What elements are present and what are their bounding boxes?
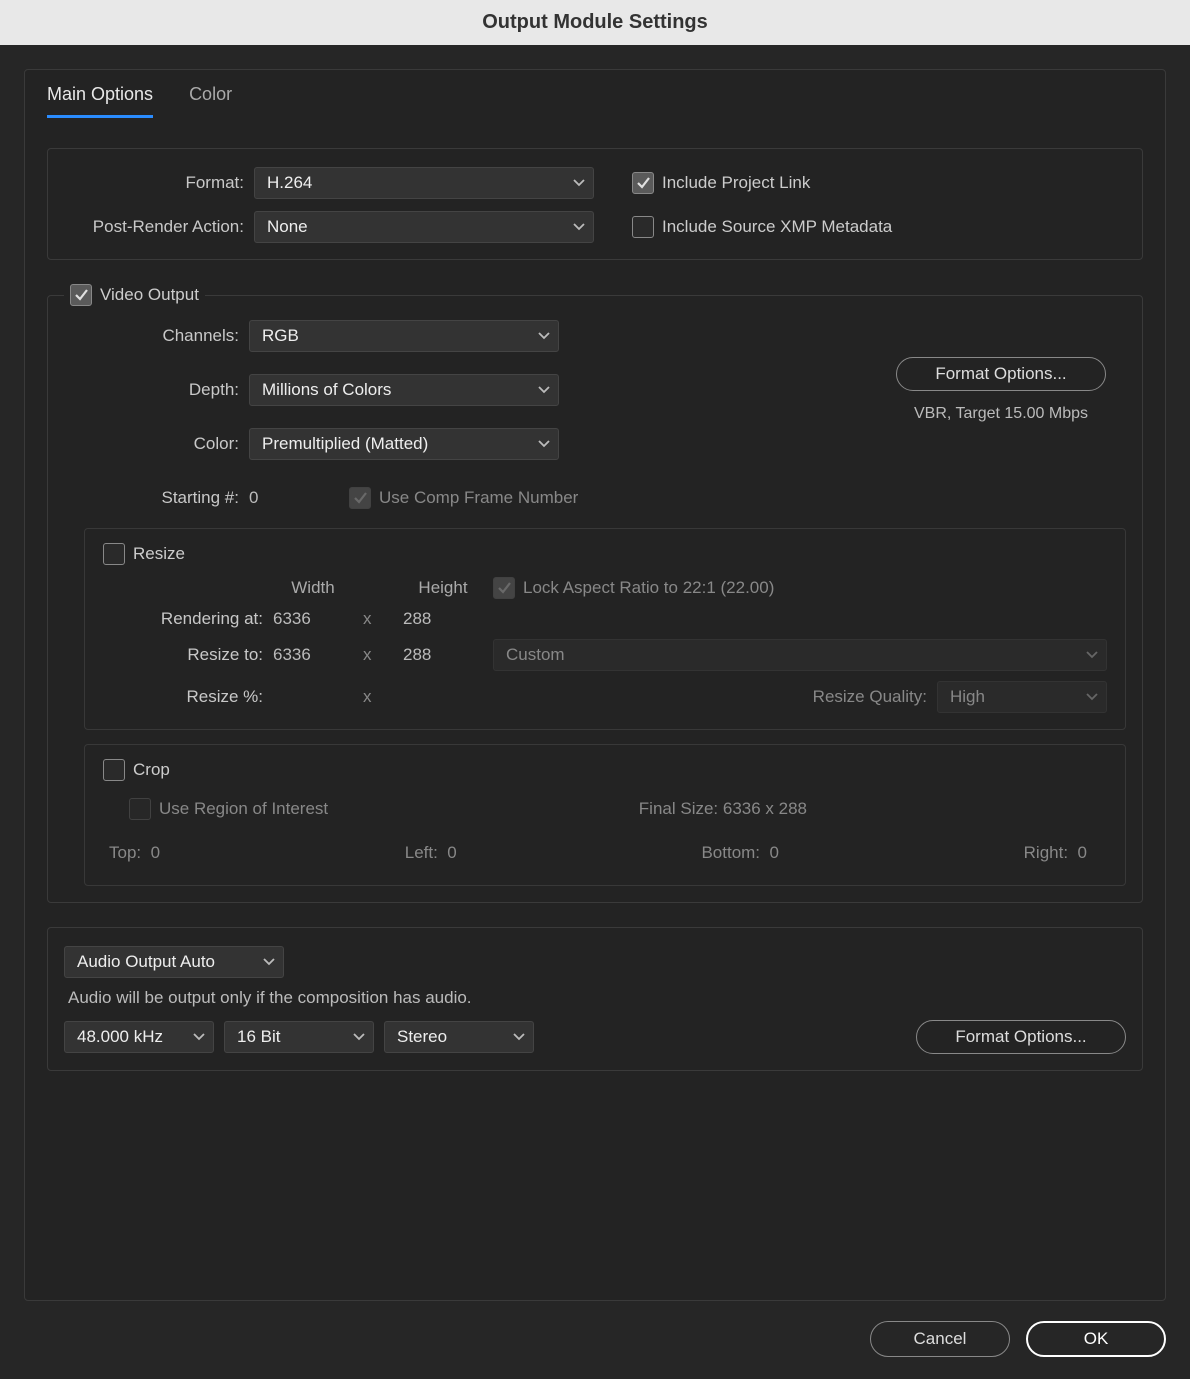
chevron-down-icon xyxy=(538,440,550,448)
crop-right-value: 0 xyxy=(1078,843,1087,862)
window-body: Main Options Color Format: H.264 Include… xyxy=(0,45,1190,1379)
channels-label: Channels: xyxy=(64,326,239,346)
rendering-height: 288 xyxy=(403,609,453,629)
resize-checkbox[interactable]: Resize xyxy=(103,543,185,565)
video-format-options-button[interactable]: Format Options... xyxy=(896,357,1106,391)
checkbox-icon xyxy=(349,487,371,509)
color-select[interactable]: Premultiplied (Matted) xyxy=(249,428,559,460)
audio-format-options-button[interactable]: Format Options... xyxy=(916,1020,1126,1054)
chevron-down-icon xyxy=(573,223,585,231)
cancel-button[interactable]: Cancel xyxy=(870,1321,1010,1357)
window-title: Output Module Settings xyxy=(0,0,1190,45)
checkbox-icon xyxy=(70,284,92,306)
height-header: Height xyxy=(403,578,483,598)
tab-color[interactable]: Color xyxy=(189,84,232,118)
audio-hint: Audio will be output only if the composi… xyxy=(68,988,1126,1008)
depth-select[interactable]: Millions of Colors xyxy=(249,374,559,406)
roi-label: Use Region of Interest xyxy=(159,799,328,819)
channels-select[interactable]: RGB xyxy=(249,320,559,352)
post-render-select[interactable]: None xyxy=(254,211,594,243)
crop-left-label: Left: xyxy=(405,843,438,862)
tabs-bar: Main Options Color xyxy=(25,70,1165,118)
dialog-footer: Cancel OK xyxy=(24,1301,1166,1357)
use-comp-frame-label: Use Comp Frame Number xyxy=(379,488,578,508)
chevron-down-icon xyxy=(573,179,585,187)
chevron-down-icon xyxy=(353,1033,365,1041)
format-select[interactable]: H.264 xyxy=(254,167,594,199)
crop-top-label: Top: xyxy=(109,843,141,862)
audio-channels-select[interactable]: Stereo xyxy=(384,1021,534,1053)
resize-width: 6336 xyxy=(273,645,323,665)
include-project-link-label: Include Project Link xyxy=(662,173,810,193)
crop-top-value: 0 xyxy=(151,843,160,862)
chevron-down-icon xyxy=(1086,651,1098,659)
chevron-down-icon xyxy=(193,1033,205,1041)
crop-section: Crop Use Region of Interest Final Size: … xyxy=(84,744,1126,886)
use-comp-frame-checkbox: Use Comp Frame Number xyxy=(349,487,578,509)
checkbox-icon xyxy=(103,543,125,565)
chevron-down-icon xyxy=(538,332,550,340)
resize-label: Resize xyxy=(133,544,185,564)
audio-depth-select[interactable]: 16 Bit xyxy=(224,1021,374,1053)
crop-label: Crop xyxy=(133,760,170,780)
resize-quality-select: High xyxy=(937,681,1107,713)
resize-pct-label: Resize %: xyxy=(103,687,263,707)
resize-to-label: Resize to: xyxy=(103,645,263,665)
starting-number-input xyxy=(249,488,295,508)
video-output-section: Video Output Channels: RGB De xyxy=(47,284,1143,903)
codec-info: VBR, Target 15.00 Mbps xyxy=(914,405,1088,423)
checkbox-icon xyxy=(632,216,654,238)
resize-section: Resize Width Height Lock Aspect Ratio to… xyxy=(84,528,1126,730)
crop-bottom-value: 0 xyxy=(770,843,779,862)
crop-bottom-label: Bottom: xyxy=(701,843,760,862)
video-output-checkbox[interactable]: Video Output xyxy=(70,284,199,306)
crop-left-value: 0 xyxy=(447,843,456,862)
x-separator: x xyxy=(363,645,393,665)
audio-output-mode-select[interactable]: Audio Output Auto xyxy=(64,946,284,978)
x-separator: x xyxy=(363,687,393,707)
rendering-at-label: Rendering at: xyxy=(103,609,263,629)
color-label: Color: xyxy=(64,434,239,454)
x-separator: x xyxy=(363,609,393,629)
rendering-width: 6336 xyxy=(273,609,323,629)
depth-label: Depth: xyxy=(64,380,239,400)
include-xmp-label: Include Source XMP Metadata xyxy=(662,217,892,237)
chevron-down-icon xyxy=(538,386,550,394)
ok-button[interactable]: OK xyxy=(1026,1321,1166,1357)
checkbox-icon xyxy=(632,172,654,194)
resize-quality-label: Resize Quality: xyxy=(813,687,927,707)
resize-preset-select: Custom xyxy=(493,639,1107,671)
chevron-down-icon xyxy=(1086,693,1098,701)
audio-rate-select[interactable]: 48.000 kHz xyxy=(64,1021,214,1053)
audio-section: Audio Output Auto Audio will be output o… xyxy=(47,927,1143,1071)
include-project-link-checkbox[interactable]: Include Project Link xyxy=(632,172,810,194)
lock-aspect-label: Lock Aspect Ratio to 22:1 (22.00) xyxy=(523,578,774,598)
include-xmp-checkbox[interactable]: Include Source XMP Metadata xyxy=(632,216,892,238)
checkbox-icon xyxy=(103,759,125,781)
lock-aspect-checkbox: Lock Aspect Ratio to 22:1 (22.00) xyxy=(493,577,1107,599)
width-header: Width xyxy=(273,578,353,598)
video-output-label: Video Output xyxy=(100,285,199,305)
starting-number-label: Starting #: xyxy=(64,488,239,508)
chevron-down-icon xyxy=(513,1033,525,1041)
tab-main-options[interactable]: Main Options xyxy=(47,84,153,118)
tab-content: Format: H.264 Include Project Link Post-… xyxy=(25,118,1165,1282)
chevron-down-icon xyxy=(263,958,275,966)
checkbox-icon xyxy=(493,577,515,599)
format-label: Format: xyxy=(64,173,244,193)
crop-checkbox[interactable]: Crop xyxy=(103,759,170,781)
crop-right-label: Right: xyxy=(1024,843,1068,862)
main-panel: Main Options Color Format: H.264 Include… xyxy=(24,69,1166,1301)
post-render-label: Post-Render Action: xyxy=(64,217,244,237)
roi-checkbox: Use Region of Interest xyxy=(129,798,328,820)
checkbox-icon xyxy=(129,798,151,820)
resize-height: 288 xyxy=(403,645,453,665)
format-section: Format: H.264 Include Project Link Post-… xyxy=(47,148,1143,260)
final-size-label: Final Size: 6336 x 288 xyxy=(639,799,807,819)
